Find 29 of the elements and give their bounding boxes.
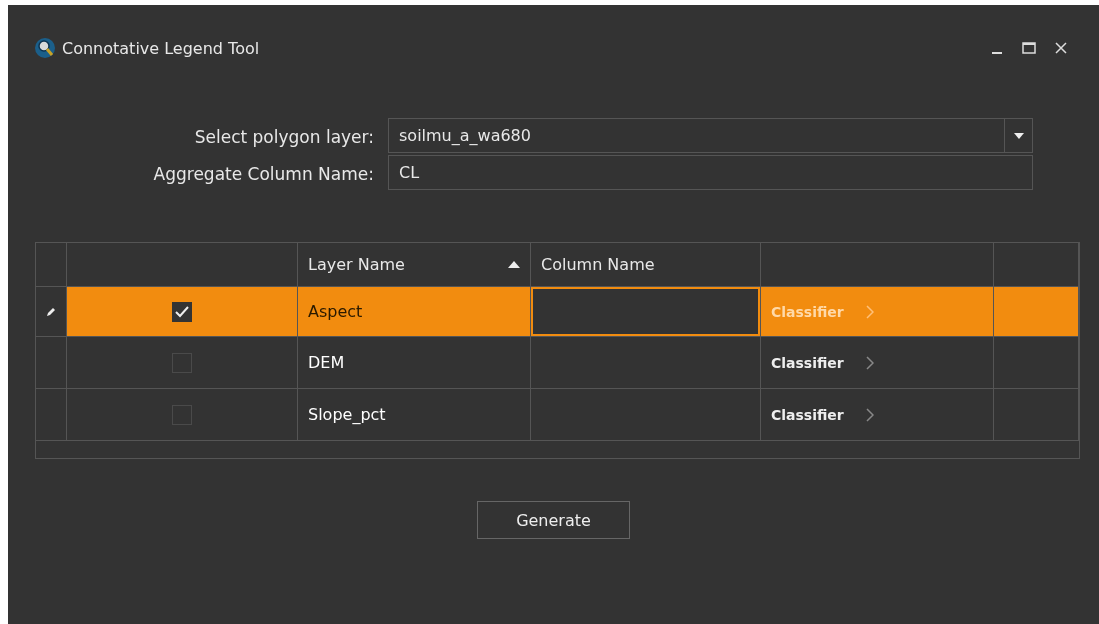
field-label: Select polygon layer: bbox=[194, 126, 374, 147]
layer-name: Aspect bbox=[308, 302, 363, 321]
classifier-button[interactable]: Classifier bbox=[771, 354, 874, 371]
close-icon bbox=[1055, 42, 1067, 54]
column-header[interactable]: Layer Name bbox=[298, 243, 531, 287]
minimize-icon bbox=[992, 52, 1002, 54]
layer-dropdown[interactable]: soilmu_a_wa680 bbox=[388, 118, 1033, 153]
column-name-cell[interactable] bbox=[531, 389, 761, 441]
field-label: Aggregate Column Name: bbox=[153, 163, 374, 184]
window-title: Connotative Legend Tool bbox=[62, 38, 261, 58]
pencil-icon bbox=[46, 306, 56, 317]
generate-button[interactable]: Generate bbox=[477, 501, 630, 539]
maximize-icon bbox=[1022, 42, 1036, 54]
column-name-editor[interactable] bbox=[531, 287, 760, 336]
row-checkbox[interactable] bbox=[172, 301, 192, 322]
sort-ascending-icon bbox=[508, 261, 520, 268]
chevron-right-icon bbox=[865, 304, 874, 319]
chevron-right-icon bbox=[865, 407, 874, 422]
layer-name: Slope_pct bbox=[308, 405, 386, 424]
column-name-cell[interactable] bbox=[531, 337, 761, 389]
row-indicator[interactable] bbox=[36, 337, 67, 389]
row-indicator[interactable] bbox=[36, 287, 67, 337]
magnifier-globe-icon bbox=[34, 37, 56, 59]
chevron-right-icon bbox=[865, 355, 874, 370]
layer-name: DEM bbox=[308, 353, 345, 372]
input-field[interactable]: CL bbox=[388, 155, 1033, 190]
row-indicator[interactable] bbox=[36, 389, 67, 441]
classifier-button[interactable]: Classifier bbox=[771, 406, 874, 423]
column-header[interactable]: Column Name bbox=[531, 243, 761, 287]
